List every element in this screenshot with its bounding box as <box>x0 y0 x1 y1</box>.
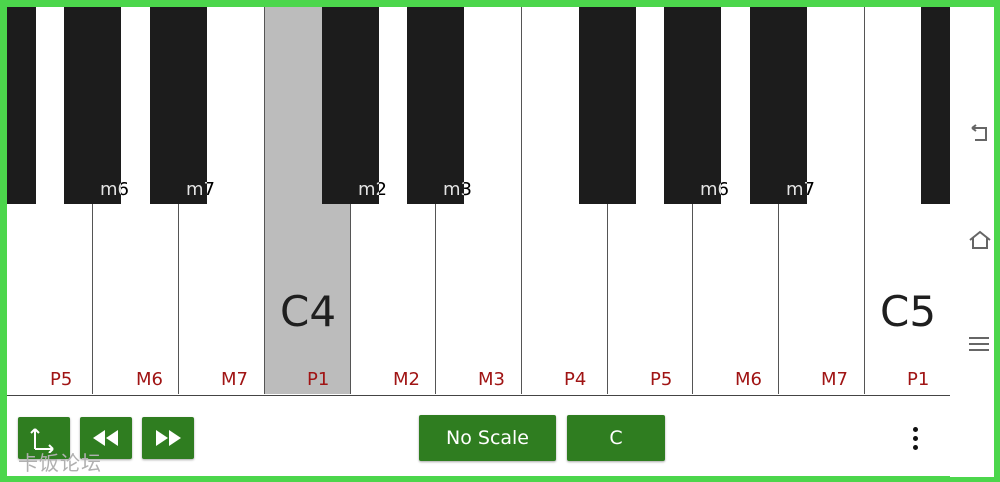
note-name: C4 <box>280 287 337 336</box>
interval-label: M3 <box>478 369 505 390</box>
note-name: C5 <box>880 287 937 336</box>
piano-keyboard: P5 M6 M7 C4 P1 M2 M3 P4 P5 M6 M7 C5 P1 m… <box>7 7 950 396</box>
more-vert-icon[interactable] <box>904 425 928 453</box>
system-nav-bar <box>950 7 994 477</box>
home-icon[interactable] <box>968 229 992 255</box>
black-key[interactable]: m3 <box>407 7 472 204</box>
interval-label: P1 <box>307 369 330 390</box>
black-key[interactable] <box>579 7 636 204</box>
menu-icon[interactable] <box>968 335 990 357</box>
black-key[interactable]: m7 <box>150 7 215 204</box>
interval-label: M6 <box>735 369 762 390</box>
interval-label: m7 <box>186 179 215 200</box>
interval-label: P5 <box>650 369 673 390</box>
black-key[interactable]: m6 <box>64 7 129 204</box>
interval-label: P1 <box>907 369 930 390</box>
interval-label: M7 <box>821 369 848 390</box>
interval-label: m6 <box>100 179 129 200</box>
watermark: 卡饭论坛 <box>18 451 102 475</box>
back-icon[interactable] <box>968 123 990 149</box>
interval-label: M7 <box>221 369 248 390</box>
interval-label: M2 <box>393 369 420 390</box>
black-key[interactable] <box>921 7 950 204</box>
fast-forward-icon <box>156 430 181 446</box>
rewind-icon <box>93 430 118 446</box>
black-key[interactable] <box>7 7 36 204</box>
interval-label: P4 <box>564 369 587 390</box>
interval-label: m3 <box>443 179 472 200</box>
interval-label: M6 <box>136 369 163 390</box>
toolbar: No Scale C <box>7 396 950 476</box>
fast-forward-button[interactable] <box>142 417 194 459</box>
scale-button[interactable]: No Scale <box>419 415 556 461</box>
black-key[interactable]: m2 <box>322 7 387 204</box>
interval-label: m2 <box>358 179 387 200</box>
black-key[interactable]: m6 <box>664 7 729 204</box>
interval-label: P5 <box>50 369 73 390</box>
interval-label: m7 <box>786 179 815 200</box>
key-button[interactable]: C <box>567 415 665 461</box>
interval-label: m6 <box>700 179 729 200</box>
black-key[interactable]: m7 <box>750 7 815 204</box>
